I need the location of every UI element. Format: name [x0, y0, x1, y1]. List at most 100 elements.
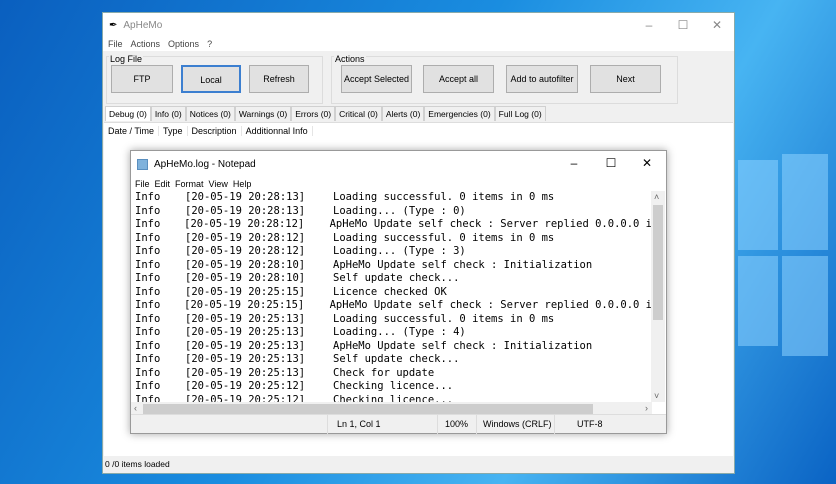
log-type: Info	[135, 245, 161, 257]
log-message: ApHeMo Update self check : Initializatio…	[333, 258, 593, 271]
vertical-scrollbar[interactable]: ˄ ˅	[651, 191, 665, 402]
notepad-icon	[137, 158, 148, 170]
log-timestamp: [20-05-19 20:25:13]	[185, 366, 306, 379]
column-description[interactable]: Description	[188, 126, 242, 136]
tab-notices[interactable]: Notices (0)	[185, 106, 235, 121]
tab-info[interactable]: Info (0)	[150, 106, 186, 121]
log-message: ApHeMo Update self check : Server replie…	[329, 218, 652, 230]
log-message: Loading successful. 0 items in 0 ms	[333, 191, 555, 203]
column-headers: Date / Time Type Description Additionnal…	[104, 123, 733, 139]
log-message: Loading... (Type : 4)	[333, 326, 466, 338]
log-message: Loading... (Type : 3)	[333, 245, 466, 257]
log-level-tabs: Debug (0) Info (0) Notices (0) Warnings …	[105, 106, 546, 121]
log-type: Info	[135, 231, 161, 244]
log-message: Check for update	[333, 366, 435, 379]
np-menu-format[interactable]: Format	[175, 179, 204, 189]
status-bar: 0 /0 items loaded	[105, 459, 170, 469]
minimize-button[interactable]: –	[632, 13, 666, 37]
local-button[interactable]: Local	[181, 65, 241, 93]
log-type: Info	[135, 312, 161, 325]
log-line: Info [20-05-19 20:25:12] Checking licence.…	[135, 394, 652, 403]
log-line: Info [20-05-19 20:25:12] Checking licence.…	[135, 380, 652, 394]
log-line: Info [20-05-19 20:25:13] Check for update	[135, 367, 652, 381]
refresh-button[interactable]: Refresh	[249, 65, 309, 93]
scroll-right-icon[interactable]: ›	[645, 403, 648, 413]
scroll-up-icon[interactable]: ˄	[654, 192, 659, 202]
group-label: Log File	[109, 54, 144, 64]
log-type: Info	[135, 353, 161, 365]
tab-alerts[interactable]: Alerts (0)	[381, 106, 425, 121]
scroll-left-icon[interactable]: ‹	[134, 403, 137, 413]
log-message: Checking licence...	[333, 380, 454, 392]
ftp-button[interactable]: FTP	[111, 65, 173, 93]
np-menu-edit[interactable]: Edit	[155, 179, 171, 189]
accept-selected-button[interactable]: Accept Selected	[341, 65, 412, 93]
log-message: Checking licence...	[333, 393, 454, 403]
notepad-text-area[interactable]: Info [20-05-19 20:28:13] Loading successfu…	[131, 191, 652, 402]
log-timestamp: [20-05-19 20:25:12]	[185, 380, 306, 392]
tab-warnings[interactable]: Warnings (0)	[234, 106, 292, 121]
log-timestamp: [20-05-19 20:28:10]	[185, 258, 306, 271]
log-type: Info	[135, 339, 161, 352]
column-additional-info[interactable]: Additionnal Info	[242, 126, 313, 136]
add-to-autofilter-button[interactable]: Add to autofilter	[506, 65, 578, 93]
np-menu-view[interactable]: View	[209, 179, 228, 189]
log-type: Info	[135, 191, 161, 203]
log-message: Self update check...	[333, 353, 460, 365]
log-timestamp: [20-05-19 20:28:12]	[185, 245, 306, 257]
log-message: Loading successful. 0 items in 0 ms	[333, 231, 555, 244]
windows-logo	[738, 154, 828, 380]
notepad-maximize-button[interactable]: ☐	[594, 151, 628, 175]
next-button[interactable]: Next	[590, 65, 661, 93]
menu-options[interactable]: Options	[168, 39, 199, 49]
scroll-down-icon[interactable]: ˅	[654, 391, 659, 401]
log-line: Info [20-05-19 20:25:15] ApHeMo Update sel…	[135, 299, 652, 313]
log-timestamp: [20-05-19 20:28:13]	[185, 191, 306, 203]
tab-errors[interactable]: Errors (0)	[291, 106, 336, 121]
menu-file[interactable]: File	[108, 39, 123, 49]
log-timestamp: [20-05-19 20:28:12]	[184, 218, 305, 230]
notepad-minimize-button[interactable]: –	[557, 151, 591, 175]
close-button[interactable]: ✕	[700, 13, 734, 37]
tab-debug[interactable]: Debug (0)	[105, 106, 151, 121]
log-type: Info	[135, 380, 161, 392]
log-timestamp: [20-05-19 20:25:13]	[185, 353, 306, 365]
notepad-close-button[interactable]: ✕	[630, 151, 664, 175]
accept-all-button[interactable]: Accept all	[423, 65, 494, 93]
title-bar: ✒ ApHeMo – ☐ ✕	[103, 13, 734, 37]
log-line: Info [20-05-19 20:28:13] Loading successfu…	[135, 191, 652, 205]
log-line: Info [20-05-19 20:25:13] Loading successfu…	[135, 313, 652, 327]
tab-critical[interactable]: Critical (0)	[335, 106, 382, 121]
log-line: Info [20-05-19 20:25:13] Self update check…	[135, 353, 652, 367]
log-timestamp: [20-05-19 20:25:15]	[184, 299, 305, 311]
tab-full-log[interactable]: Full Log (0)	[494, 106, 546, 121]
line-ending: Windows (CRLF)	[483, 419, 552, 429]
np-menu-file[interactable]: File	[135, 179, 150, 189]
log-timestamp: [20-05-19 20:28:12]	[185, 231, 306, 244]
menu-help[interactable]: ?	[207, 39, 212, 49]
column-date-time[interactable]: Date / Time	[104, 126, 160, 136]
log-timestamp: [20-05-19 20:25:13]	[185, 312, 306, 325]
group-label: Actions	[334, 54, 366, 64]
log-message: ApHeMo Update self check : Server replie…	[329, 299, 652, 311]
notepad-status-bar: Ln 1, Col 1 100% Windows (CRLF) UTF-8	[131, 414, 666, 434]
log-line: Info [20-05-19 20:25:15] Licence checked O…	[135, 286, 652, 300]
log-timestamp: [20-05-19 20:25:12]	[185, 393, 306, 403]
log-message: Loading... (Type : 0)	[333, 204, 466, 217]
window-title: ApHeMo	[123, 19, 163, 31]
log-type: Info	[135, 204, 161, 217]
tab-emergencies[interactable]: Emergencies (0)	[424, 106, 495, 121]
log-timestamp: [20-05-19 20:25:13]	[185, 326, 306, 338]
menu-bar: File Actions Options ?	[103, 37, 734, 51]
log-type: Info	[135, 299, 161, 311]
log-type: Info	[135, 218, 161, 230]
scroll-thumb[interactable]	[653, 205, 663, 320]
maximize-button[interactable]: ☐	[666, 13, 700, 37]
menu-actions[interactable]: Actions	[131, 39, 161, 49]
notepad-title-bar: ApHeMo.log - Notepad – ☐ ✕	[131, 151, 666, 177]
np-menu-help[interactable]: Help	[233, 179, 252, 189]
log-timestamp: [20-05-19 20:28:10]	[185, 272, 306, 284]
log-message: Licence checked OK	[333, 285, 447, 298]
column-type[interactable]: Type	[159, 126, 188, 136]
hscroll-thumb[interactable]	[143, 404, 593, 414]
